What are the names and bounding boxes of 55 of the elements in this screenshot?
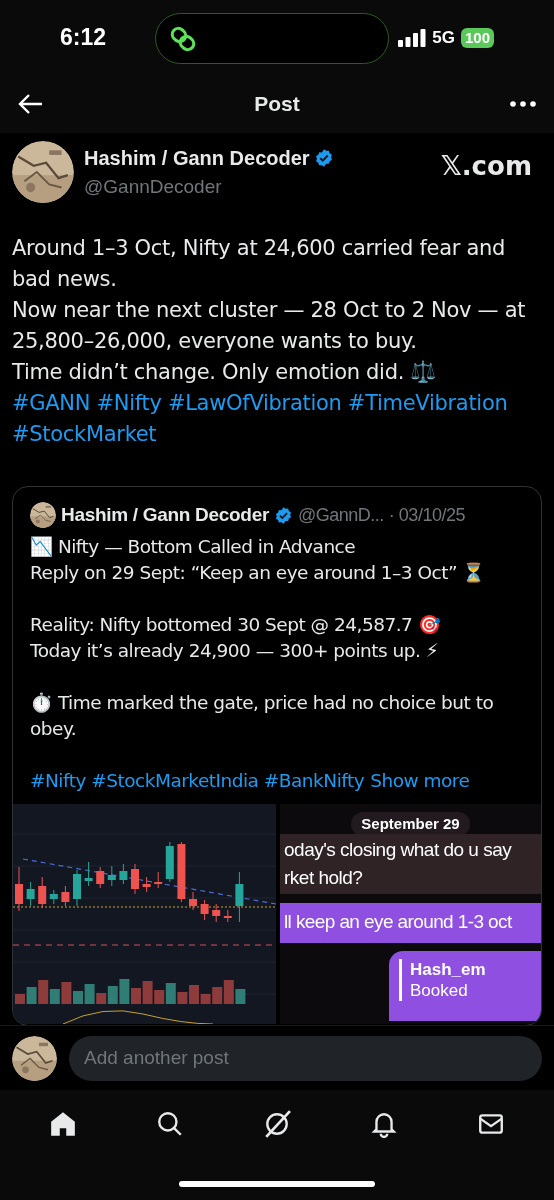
candlestick — [26, 881, 35, 906]
hashtag-links[interactable]: #GANN #Nifty #LawOfVibration #TimeVibration #StockMarket — [12, 388, 542, 450]
hashtag-links[interactable]: #Nifty #StockMarketIndia #BankNifty — [30, 767, 365, 794]
clock-time: 6:12 — [60, 23, 107, 53]
slashed-circle-icon — [263, 1110, 291, 1138]
quoted-post-card[interactable] — [12, 486, 542, 1026]
author-name[interactable]: Hashim / Gann Decoder — [84, 142, 310, 173]
candlestick — [165, 841, 174, 882]
reply-author: Hash_em — [410, 958, 487, 980]
more-icon — [510, 101, 536, 107]
message-text: ll keep an eye around 1-3 oct — [284, 910, 512, 935]
candlestick — [73, 869, 81, 906]
candlestick — [38, 876, 47, 908]
post-text: Now near the next cluster — 28 Oct to 2 Nov — at 25,800–26,000, everyone wants to buy. — [12, 297, 527, 355]
quoted-text: Reply on 29 Sept: “Keep an eye around 1–3 Oct” ⏳ — [30, 560, 486, 585]
candlestick — [15, 866, 23, 911]
candlestick — [49, 889, 58, 904]
quoted-author-name: Hashim / Gann Decoder — [61, 503, 270, 527]
post-date: · 03/10/25 — [388, 503, 465, 527]
candlestick — [142, 876, 151, 892]
notifications-icon — [369, 1110, 398, 1138]
candlestick — [189, 891, 197, 910]
quoted-text: 📉 Nifty — Bottom Called in Advance — [30, 534, 357, 559]
candlestick — [200, 899, 209, 920]
post-text: Around 1–3 Oct, Nifty at 24,600 carried fear and bad news. — [12, 235, 507, 293]
candlestick — [154, 871, 163, 888]
candlestick — [84, 861, 93, 886]
show-more-link[interactable]: Show more — [370, 767, 470, 794]
candlestick — [119, 863, 128, 884]
battery-indicator: 100 — [460, 27, 494, 48]
reply-text: Booked — [410, 979, 469, 1001]
candlestick — [131, 863, 139, 894]
back-arrow-icon — [18, 93, 44, 115]
candlestick — [96, 866, 105, 888]
quoted-text: Reality: Nifty bottomed 30 Sept @ 24,587.7 🎯 — [30, 612, 442, 637]
source-label: 𝕏.com — [440, 150, 533, 183]
candlestick — [223, 909, 232, 922]
quoted-text: Today it’s already 24,900 — 300+ points up. ⚡ — [30, 638, 440, 663]
message-text: oday's closing what do u say — [284, 837, 513, 862]
candlestick — [235, 871, 244, 922]
candlestick — [107, 865, 116, 886]
author-handle[interactable]: @GannDecoder — [84, 172, 431, 202]
post-text: Time didn’t change. Only emotion did. ⚖ — [12, 359, 438, 386]
network-label: 5G — [432, 26, 455, 49]
home-icon — [49, 1110, 78, 1138]
quoted-author-handle: @GannD... — [298, 503, 384, 527]
message-text: rket hold? — [284, 865, 364, 890]
candlestick — [61, 885, 70, 906]
signal-icon — [398, 28, 427, 47]
quoted-text: ⏱ Time marked the gate, price had no choice but to obey. — [30, 690, 495, 741]
candlestick — [177, 841, 186, 902]
page-title: Post — [254, 91, 300, 118]
candlestick — [212, 903, 221, 922]
reply-input-field[interactable]: Add another post — [69, 1035, 542, 1081]
date-chip: September 29 — [351, 811, 470, 836]
